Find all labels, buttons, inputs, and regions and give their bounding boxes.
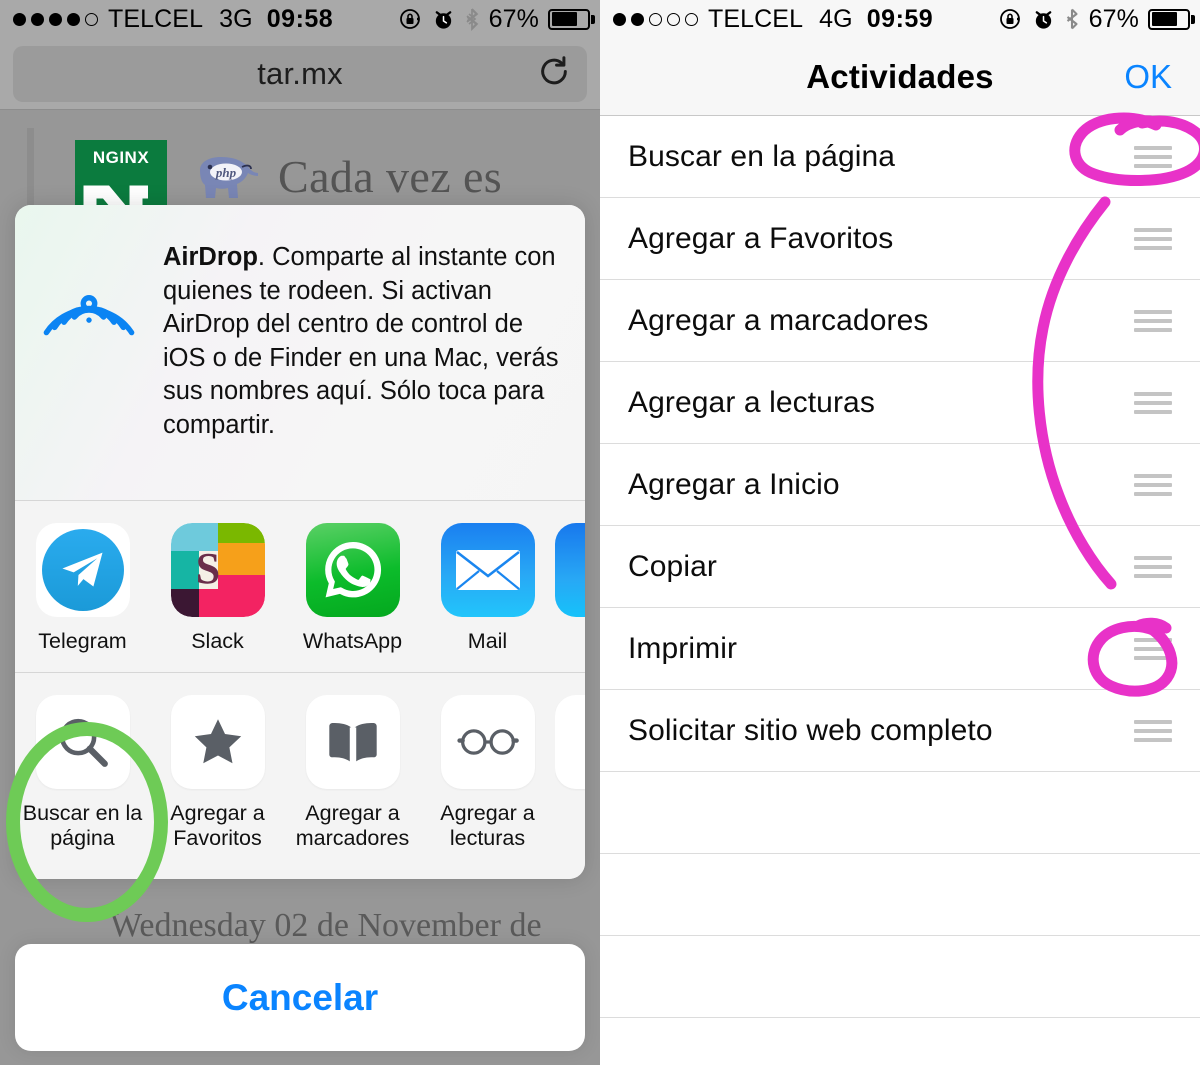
list-item-empty xyxy=(600,772,1200,854)
list-item-label: Agregar a Inicio xyxy=(628,467,840,501)
reorder-handle-icon[interactable] xyxy=(1134,637,1172,660)
list-item-label: Copiar xyxy=(628,549,717,583)
whatsapp-icon xyxy=(305,523,400,617)
svg-text:S: S xyxy=(195,544,219,593)
clock-label: 09:59 xyxy=(866,4,934,33)
share-app-label: Telegram xyxy=(38,629,127,653)
nginx-logo-label: NGINX xyxy=(92,148,150,167)
reorder-handle-icon[interactable] xyxy=(1134,227,1172,250)
reorder-handle-icon[interactable] xyxy=(1134,391,1172,414)
activities-list: Buscar en la página Agregar a Favoritos … xyxy=(600,116,1200,1065)
address-bar[interactable]: tar.mx xyxy=(13,45,587,102)
php-elephant-icon: php xyxy=(190,152,262,213)
telegram-icon xyxy=(35,523,130,617)
airdrop-icon xyxy=(25,239,153,343)
status-bar-left: TELCEL 3G 09:58 67% xyxy=(0,0,600,38)
screenshot-root: TELCEL 3G 09:58 67% tar.mx NGINX php Cad… xyxy=(0,0,1200,1065)
browser-toolbar: tar.mx xyxy=(0,38,600,110)
page-headline: Cada vez es xyxy=(278,151,503,202)
page-title: Actividades xyxy=(806,57,994,95)
magnifier-icon xyxy=(35,695,130,789)
list-item[interactable]: Copiar xyxy=(600,526,1200,608)
share-app-label: Slack xyxy=(191,629,244,653)
share-action-label: Agregar a Favoritos xyxy=(170,801,265,850)
clock-label: 09:58 xyxy=(266,4,334,33)
share-app-slack[interactable]: S Slack xyxy=(150,523,285,654)
share-app-mail[interactable]: Mail xyxy=(420,523,555,654)
list-item-label: Solicitar sitio web completo xyxy=(628,713,993,747)
reorder-handle-icon[interactable] xyxy=(1134,555,1172,578)
list-item-label: Imprimir xyxy=(628,631,738,665)
reorder-handle-icon[interactable] xyxy=(1134,309,1172,332)
address-text: tar.mx xyxy=(257,55,343,91)
share-action-label: Agregar a marcadores xyxy=(295,801,410,850)
battery-icon xyxy=(548,8,595,30)
share-action-partial[interactable] xyxy=(555,695,585,851)
reorder-handle-icon[interactable] xyxy=(1134,719,1172,742)
list-item[interactable]: Agregar a lecturas xyxy=(600,362,1200,444)
share-apps-row: Telegram S Slack WhatsApp Mail xyxy=(15,501,585,672)
list-item[interactable]: Agregar a marcadores xyxy=(600,280,1200,362)
list-item[interactable]: Agregar a Favoritos xyxy=(600,198,1200,280)
airdrop-title: AirDrop xyxy=(163,243,258,271)
svg-text:php: php xyxy=(215,165,237,180)
mail-icon xyxy=(440,523,535,617)
partial-app-icon xyxy=(555,523,585,617)
list-item[interactable]: Solicitar sitio web completo xyxy=(600,690,1200,772)
list-item-label: Agregar a marcadores xyxy=(628,303,929,337)
share-action-find-on-page[interactable]: Buscar en la página xyxy=(15,695,150,851)
reload-icon[interactable] xyxy=(537,54,571,93)
list-item-label: Agregar a Favoritos xyxy=(628,221,894,255)
left-phone-panel: TELCEL 3G 09:58 67% tar.mx NGINX php Cad… xyxy=(0,0,600,1065)
cancel-button[interactable]: Cancelar xyxy=(15,944,585,1051)
share-action-add-favorites[interactable]: Agregar a Favoritos xyxy=(150,695,285,851)
activities-navbar: Actividades OK xyxy=(600,38,1200,116)
airdrop-description: AirDrop. Comparte al instante con quiene… xyxy=(163,239,563,442)
right-phone-panel: TELCEL 4G 09:59 67% Actividades OK Busca… xyxy=(600,0,1200,1065)
list-item[interactable]: Imprimir xyxy=(600,608,1200,690)
share-app-partial[interactable] xyxy=(555,523,585,654)
list-item-label: Buscar en la página xyxy=(628,139,896,173)
share-action-add-bookmarks[interactable]: Agregar a marcadores xyxy=(285,695,420,851)
slack-icon: S xyxy=(170,523,265,617)
share-action-label: Agregar a lecturas xyxy=(440,801,535,850)
list-item-empty xyxy=(600,854,1200,936)
partial-action-icon xyxy=(555,695,585,789)
share-action-add-reading-list[interactable]: Agregar a lecturas xyxy=(420,695,555,851)
list-item-label: Agregar a lecturas xyxy=(628,385,875,419)
list-item-empty xyxy=(600,1018,1200,1065)
cancel-button-label: Cancelar xyxy=(221,976,379,1018)
page-footer-date: Wednesday 02 de November de xyxy=(110,907,542,944)
battery-icon xyxy=(1148,8,1195,30)
share-app-label: Mail xyxy=(467,629,508,653)
airdrop-section[interactable]: AirDrop. Comparte al instante con quiene… xyxy=(15,205,585,500)
airdrop-body: . Comparte al instante con quienes te ro… xyxy=(163,243,559,439)
glasses-icon xyxy=(440,695,535,789)
star-icon xyxy=(170,695,265,789)
reorder-handle-icon[interactable] xyxy=(1134,473,1172,496)
share-actions-row: Buscar en la página Agregar a Favoritos xyxy=(15,673,585,879)
share-app-label: WhatsApp xyxy=(302,629,403,653)
list-item[interactable]: Buscar en la página xyxy=(600,116,1200,198)
reorder-handle-icon[interactable] xyxy=(1134,145,1172,168)
share-app-telegram[interactable]: Telegram xyxy=(15,523,150,654)
share-sheet: AirDrop. Comparte al instante con quiene… xyxy=(15,205,585,879)
book-icon xyxy=(305,695,400,789)
share-action-label: Buscar en la página xyxy=(22,801,143,850)
done-button[interactable]: OK xyxy=(1124,58,1172,96)
list-item-empty xyxy=(600,936,1200,1018)
share-app-whatsapp[interactable]: WhatsApp xyxy=(285,523,420,654)
list-item[interactable]: Agregar a Inicio xyxy=(600,444,1200,526)
status-bar-right: TELCEL 4G 09:59 67% xyxy=(600,0,1200,38)
